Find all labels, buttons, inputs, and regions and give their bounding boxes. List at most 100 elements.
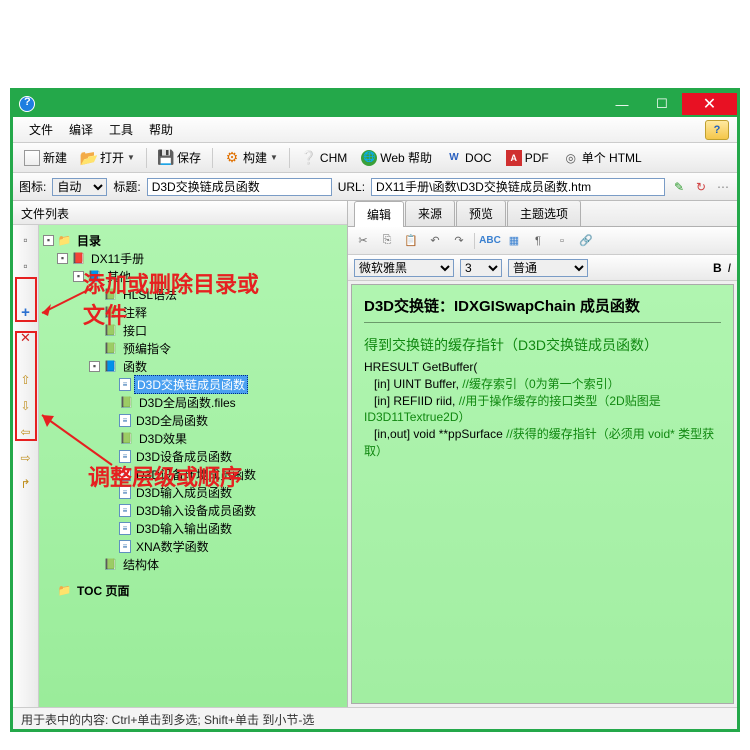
page-icon: ≡ <box>119 522 131 535</box>
move-up-button[interactable]: ⇧ <box>17 371 35 389</box>
file-list-header: 文件列表 <box>13 201 347 225</box>
tab-edit[interactable]: 编辑 <box>354 201 404 227</box>
icon-label: 图标: <box>19 178 46 195</box>
tab-topicopt[interactable]: 主题选项 <box>507 201 581 226</box>
chm-icon: ❔ <box>301 150 317 166</box>
menu-file[interactable]: 文件 <box>21 121 61 138</box>
folder-icon: 📁 <box>57 233 72 247</box>
build-button[interactable]: ⚙构建▼ <box>219 147 283 168</box>
save-icon: 💾 <box>158 150 174 166</box>
menu-help[interactable]: 帮助 <box>141 121 181 138</box>
font-family-select[interactable]: 微软雅黑 <box>354 259 454 277</box>
app-icon <box>19 96 35 112</box>
properties-toolbar: 图标: 自动 标题: URL: ✎ ↻ ⋯ <box>13 173 737 201</box>
menubar: 文件 编译 工具 帮助 ? <box>13 117 737 143</box>
tree-btn1[interactable]: ▫ <box>17 231 35 249</box>
et-image[interactable]: ▫ <box>553 232 571 250</box>
font-style-select[interactable]: 普通 <box>508 259 588 277</box>
help-icon[interactable]: ? <box>705 120 729 140</box>
url-icon1[interactable]: ✎ <box>671 179 687 195</box>
et-table[interactable]: ▦ <box>505 232 523 250</box>
icon-select[interactable]: 自动 <box>52 178 107 196</box>
add-button[interactable]: + <box>17 303 35 321</box>
et-cut[interactable]: ✂ <box>354 232 372 250</box>
title-input[interactable] <box>147 178 332 196</box>
book-icon: 📘 <box>103 359 118 373</box>
move-down-button[interactable]: ⇩ <box>17 397 35 415</box>
url-icon2[interactable]: ↻ <box>693 179 709 195</box>
singlehtml-button[interactable]: ◎单个 HTML <box>558 147 647 168</box>
webhelp-button[interactable]: 🌐Web 帮助 <box>356 147 437 168</box>
doc-icon: W <box>446 150 462 166</box>
page-icon: ≡ <box>119 504 131 517</box>
book-icon: 📗 <box>103 287 118 301</box>
editor-tabs: 编辑 来源 预览 主题选项 <box>348 201 737 227</box>
content-editor[interactable]: D3D交换链：IDXGISwapChain 成员函数 得到交换链的缓存指针（D3… <box>351 284 734 704</box>
indent-button[interactable]: ⇨ <box>17 449 35 467</box>
edit-toolbar: ✂ ⎘ 📋 ↶ ↷ ABC ▦ ¶ ▫ 🔗 <box>348 227 737 255</box>
menu-translate[interactable]: 编译 <box>61 121 101 138</box>
menu-tools[interactable]: 工具 <box>101 121 141 138</box>
tree-btn2[interactable]: ▫ <box>17 257 35 275</box>
et-para[interactable]: ¶ <box>529 232 547 250</box>
book-icon: 📘 <box>87 269 102 283</box>
web-icon: 🌐 <box>361 150 377 166</box>
statusbar: 用于表中的内容: Ctrl+单击到多选; Shift+单击 到小节-选 <box>13 707 737 729</box>
pdf-button[interactable]: APDF <box>501 148 554 168</box>
et-paste[interactable]: 📋 <box>402 232 420 250</box>
editor-panel: 编辑 来源 预览 主题选项 ✂ ⎘ 📋 ↶ ↷ ABC ▦ ¶ ▫ 🔗 微软雅黑 <box>348 201 737 707</box>
tree-toolbar: ▫ ▫ + ✕ ⇧ ⇩ ⇦ ⇨ ↱ <box>13 225 39 707</box>
book-icon: 📗 <box>103 305 118 319</box>
html-icon: ◎ <box>563 150 579 166</box>
book-icon: 📗 <box>103 323 118 337</box>
font-toolbar: 微软雅黑 3 普通 B I <box>348 255 737 281</box>
file-tree[interactable]: ▪📁目录 ▪📕DX11手册 ▪📘其他 📗HLSL语法 📗注释 📗接口 📗预编指令… <box>39 225 347 707</box>
et-link[interactable]: 🔗 <box>577 232 595 250</box>
close-button[interactable]: ✕ <box>682 93 737 115</box>
italic-button[interactable]: I <box>728 261 731 275</box>
tree-item-selected: D3D交换链成员函数 <box>134 375 248 394</box>
main-toolbar: 新建 📂打开▼ 💾保存 ⚙构建▼ ❔CHM 🌐Web 帮助 WDOC APDF … <box>13 143 737 173</box>
book-icon: 📗 <box>103 557 118 571</box>
page-icon: ≡ <box>119 486 131 499</box>
app-window: — ☐ ✕ 文件 编译 工具 帮助 ? 新建 📂打开▼ 💾保存 ⚙构建▼ ❔CH… <box>10 88 740 732</box>
doc-button[interactable]: WDOC <box>441 148 497 168</box>
url-icon3[interactable]: ⋯ <box>715 179 731 195</box>
file-list-panel: 文件列表 ▫ ▫ + ✕ ⇧ ⇩ ⇦ ⇨ ↱ ▪📁目录 ▪📕DX <box>13 201 348 707</box>
tab-source[interactable]: 来源 <box>405 201 455 226</box>
title-label: 标题: <box>113 178 140 195</box>
bold-button[interactable]: B <box>713 261 722 275</box>
page-icon: ≡ <box>119 450 131 463</box>
font-size-select[interactable]: 3 <box>460 259 502 277</box>
titlebar: — ☐ ✕ <box>13 91 737 117</box>
book-icon: 📕 <box>71 251 86 265</box>
maximize-button[interactable]: ☐ <box>642 93 682 115</box>
editor-code: HRESULT GetBuffer( [in] UINT Buffer, //缓… <box>364 359 721 460</box>
page-icon: ≡ <box>119 468 131 481</box>
tab-preview[interactable]: 预览 <box>456 201 506 226</box>
tree-btn-last[interactable]: ↱ <box>17 475 35 493</box>
open-icon: 📂 <box>81 150 97 166</box>
et-undo[interactable]: ↶ <box>426 232 444 250</box>
new-icon <box>24 150 40 166</box>
url-input[interactable] <box>371 178 665 196</box>
outdent-button[interactable]: ⇦ <box>17 423 35 441</box>
chm-button[interactable]: ❔CHM <box>296 148 352 168</box>
build-icon: ⚙ <box>224 150 240 166</box>
open-button[interactable]: 📂打开▼ <box>76 147 140 168</box>
book-icon: 📗 <box>119 395 134 409</box>
et-copy[interactable]: ⎘ <box>378 232 396 250</box>
minimize-button[interactable]: — <box>602 93 642 115</box>
save-button[interactable]: 💾保存 <box>153 147 206 168</box>
new-button[interactable]: 新建 <box>19 147 72 168</box>
url-label: URL: <box>338 180 365 194</box>
et-redo[interactable]: ↷ <box>450 232 468 250</box>
book-icon: 📗 <box>103 341 118 355</box>
et-spell[interactable]: ABC <box>481 232 499 250</box>
folder-icon: 📁 <box>57 583 72 597</box>
book-icon: 📗 <box>119 431 134 445</box>
editor-section-title: 得到交换链的缓存指针（D3D交换链成员函数） <box>364 335 721 355</box>
page-icon: ≡ <box>119 414 131 427</box>
delete-button[interactable]: ✕ <box>17 329 35 347</box>
editor-heading: D3D交换链：IDXGISwapChain 成员函数 <box>364 295 721 316</box>
